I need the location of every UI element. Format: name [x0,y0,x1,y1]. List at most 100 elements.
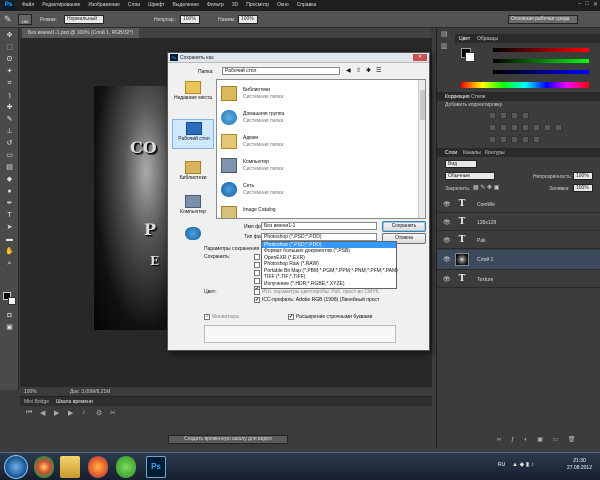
tab-channels[interactable]: Каналы [463,150,481,156]
brush-size-preset[interactable]: 180 [18,14,32,25]
eye-icon[interactable]: 👁 [443,256,451,263]
list-item[interactable]: Админ Системная папка [219,132,409,152]
menu-3d[interactable]: 3D [232,2,238,8]
lookup-icon[interactable] [555,124,562,131]
eye-icon[interactable]: 👁 [443,201,451,208]
next-frame-icon[interactable]: ▶ [68,409,73,417]
healing-tool-icon[interactable]: ✚ [4,104,15,112]
split-icon[interactable]: ✂ [110,409,116,417]
bw-icon[interactable] [522,124,529,131]
marquee-tool-icon[interactable]: ⬚ [4,44,15,52]
background-color-swatch[interactable] [8,297,16,305]
eyedropper-tool-icon[interactable]: ɿ [4,92,15,100]
hue-icon[interactable] [500,124,507,131]
filetype-select[interactable]: Photoshop (*.PSD;*.PDD) [261,233,377,241]
blue-slider[interactable] [493,70,589,74]
mode-select[interactable]: Нормальный [64,15,104,24]
save-button[interactable]: Сохранить [382,221,426,232]
quick-mask-icon[interactable]: ◘ [4,312,15,320]
filetype-option[interactable]: TIFF (*.TIF;*.TIFF) [262,274,396,280]
color-spectrum[interactable] [461,82,589,88]
menu-filter[interactable]: Фильтр [207,2,224,8]
folder-select[interactable]: Рабочий стол [222,67,340,75]
invert-icon[interactable] [489,136,496,143]
language-indicator[interactable]: RU [498,462,505,468]
filetype-option[interactable]: Photoshop Raw (*.RAW) [262,261,396,267]
zoom-tool-icon[interactable]: ⌕ [4,260,15,268]
tab-paths[interactable]: Контуры [485,150,505,156]
firefox-icon[interactable] [88,456,108,478]
audio-icon[interactable]: ♪ [82,409,86,416]
close-icon[interactable]: ✕ [593,1,598,8]
tab-color[interactable]: Цвет [459,36,470,42]
blur-tool-icon[interactable]: ◆ [4,176,15,184]
photo-filter-icon[interactable] [533,124,540,131]
move-tool-icon[interactable]: ✥ [4,32,15,40]
menu-view[interactable]: Просмотр [246,2,269,8]
spot-checkbox[interactable] [254,278,260,284]
prev-frame-icon[interactable]: ◀ [40,409,45,417]
menu-image[interactable]: Изображение [88,2,120,8]
screen-mode-icon[interactable]: ▣ [4,324,15,332]
path-select-tool-icon[interactable]: ➤ [4,224,15,232]
red-slider[interactable] [493,48,589,52]
opacity-field[interactable]: 100% [180,15,200,24]
filename-input[interactable]: Без имени1-1 [261,222,377,230]
tab-layers[interactable]: Слои [445,150,457,156]
proof-setup-checkbox[interactable] [254,289,260,295]
history-panel-icon[interactable]: ▤ [441,30,448,38]
gradient-tool-icon[interactable]: ▤ [4,164,15,172]
list-item[interactable]: Сеть Системная папка [219,180,409,200]
exposure-icon[interactable] [522,112,529,119]
icc-profile-checkbox[interactable]: ✔ [254,297,260,303]
settings-icon[interactable]: ⚙ [96,409,102,417]
shape-tool-icon[interactable]: ▬ [4,236,15,244]
as-copy-checkbox[interactable] [254,254,260,260]
view-menu-icon[interactable]: ☰ [376,67,381,74]
create-timeline-button[interactable]: Создать временную шкалу для видео [168,435,288,444]
place-libraries[interactable]: Библиотеки [172,159,214,189]
explorer-icon[interactable] [60,456,80,478]
lowercase-ext-checkbox[interactable]: ✔ [288,314,294,320]
first-frame-icon[interactable]: ⏮ [26,409,32,417]
tab-styles[interactable]: Стили [471,94,485,100]
photoshop-taskbar-icon[interactable]: Ps [146,456,166,478]
eye-icon[interactable]: 👁 [443,276,451,283]
gradient-map-icon[interactable] [522,136,529,143]
menu-window[interactable]: Окно [277,2,289,8]
notes-checkbox[interactable] [254,262,260,268]
list-item[interactable]: Компьютер Системная папка [219,156,409,176]
place-recent[interactable]: Недавние места [172,79,214,109]
dodge-tool-icon[interactable]: ● [4,188,15,196]
layer-row[interactable]: 👁 T 128x128 [437,214,600,231]
crop-tool-icon[interactable]: ⌗ [4,80,15,88]
utorrent-icon[interactable] [116,456,136,478]
eraser-tool-icon[interactable]: ▭ [4,152,15,160]
type-tool-icon[interactable]: T [4,212,15,220]
selective-color-icon[interactable] [533,136,540,143]
lasso-tool-icon[interactable]: ʘ [4,56,15,64]
scrollbar-thumb[interactable] [420,90,425,120]
blend-mode-select[interactable]: Обычные [445,172,495,180]
green-slider[interactable] [493,59,589,63]
flow-field[interactable]: 100% [238,15,258,24]
place-computer[interactable]: Компьютер [172,193,214,223]
menu-type[interactable]: Шрифт [148,2,164,8]
hand-tool-icon[interactable]: ✋ [4,248,15,256]
menu-layers[interactable]: Слои [128,2,140,8]
eye-icon[interactable]: 👁 [443,237,451,244]
tab-adjustments[interactable]: Коррекция [445,94,470,100]
document-tab[interactable]: Без имени1-1.psd @ 100% (Слой 1, RGB/32*… [22,28,140,38]
tab-swatches[interactable]: Образцы [477,36,498,42]
stamp-tool-icon[interactable]: ⊥ [4,128,15,136]
maximize-icon[interactable]: □ [585,1,589,8]
list-item[interactable]: Библиотеки Системная папка [219,84,409,104]
menu-select[interactable]: Выделение [173,2,200,8]
list-item[interactable]: Домашняя группа Системная папка [219,108,409,128]
color-balance-icon[interactable] [511,124,518,131]
filetype-option[interactable]: Формат больших документов (*.PSB) [262,248,396,254]
eye-icon[interactable]: 👁 [443,219,451,226]
history-brush-tool-icon[interactable]: ↺ [4,140,15,148]
layer-row[interactable]: 👁 T Pak [437,232,600,249]
new-folder-icon[interactable]: ✱ [366,67,371,74]
